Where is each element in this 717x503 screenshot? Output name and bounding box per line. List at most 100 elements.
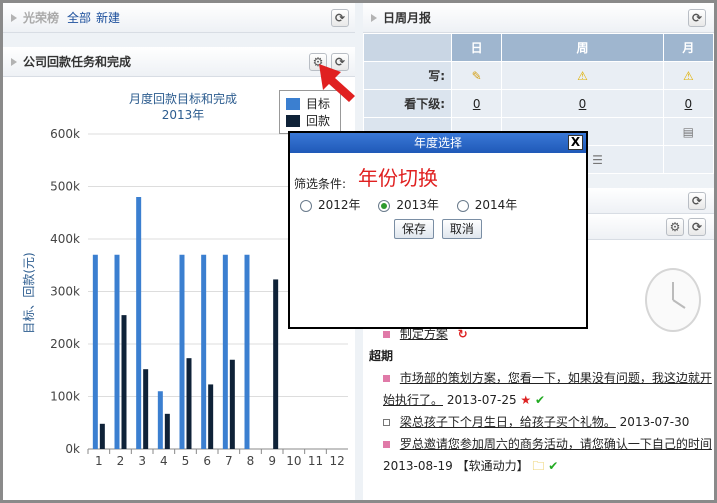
target-bar	[222, 254, 228, 449]
list-icon[interactable]: ☰	[592, 153, 603, 167]
target-bar	[92, 254, 98, 449]
col-header-month: 月	[662, 33, 715, 62]
collapse-icon[interactable]	[11, 13, 17, 22]
year-option-2013[interactable]: 2013年	[378, 198, 439, 212]
payment-bar	[143, 369, 149, 449]
recurring-icon: ↻	[457, 327, 468, 341]
row-label-subordinates: 看下级:	[363, 89, 452, 118]
refresh-icon[interactable]: ⟳	[688, 9, 706, 27]
payment-bar	[208, 384, 214, 449]
legend-label-payment: 回款	[306, 114, 331, 128]
warning-icon[interactable]: ⚠	[577, 69, 588, 83]
check-icon[interactable]: ✔	[548, 459, 558, 473]
target-bar	[136, 197, 142, 449]
todo-list: 制定方案 ↻ 超期 市场部的策划方案，您看一下，如果没有问题，我这边就开始执行了…	[363, 323, 714, 477]
x-tick-label: 1	[95, 454, 103, 468]
gear-icon[interactable]: ⚙	[666, 218, 684, 236]
year-option-2012[interactable]: 2012年	[300, 198, 361, 212]
plan-link[interactable]: 制定方案	[400, 327, 448, 341]
target-bar	[114, 254, 120, 449]
payment-bar	[99, 423, 105, 449]
legend-swatch-payment	[286, 114, 300, 127]
bullet-icon	[383, 331, 390, 338]
x-tick-label: 4	[160, 454, 168, 468]
target-bar	[244, 254, 250, 449]
list-item[interactable]: 市场部的策划方案，您看一下，如果没有问题，我这边就开始执行了。 2013-07-…	[363, 367, 714, 411]
year-switch-annotation: 年份切换	[358, 166, 438, 190]
col-header-week: 周	[501, 33, 664, 62]
y-tick-label: 200k	[50, 337, 80, 351]
dialog-body: 筛选条件: 2012年 2013年 2014年 保存 取消	[290, 153, 586, 239]
refresh-icon[interactable]: ⟳	[688, 218, 706, 236]
chart-title: 月度回款目标和完成	[129, 91, 237, 106]
year-option-label: 2012年	[318, 198, 361, 212]
radio-icon[interactable]	[456, 199, 469, 212]
item-date: 2013-07-30	[619, 415, 690, 429]
dialog-title-text: 年度选择	[413, 136, 462, 150]
payment-bar	[229, 359, 235, 449]
y-tick-label: 300k	[50, 285, 80, 299]
honor-panel-header: 光荣榜 全部 新建 ⟳	[3, 3, 355, 33]
radio-icon[interactable]	[378, 199, 391, 212]
radio-icon[interactable]	[300, 199, 312, 212]
list-item[interactable]: 梁总孩子下个月生日，给孩子买个礼物。 2013-07-30	[363, 411, 714, 433]
item-date: 2013-07-25	[446, 393, 517, 407]
save-button[interactable]: 保存	[394, 219, 435, 239]
item-tag: 【软通动力】	[456, 459, 529, 473]
sub-day-count[interactable]: 0	[473, 97, 481, 111]
sub-week-count[interactable]: 0	[579, 97, 587, 111]
x-tick-label: 3	[138, 454, 146, 468]
report-panel-header: 日周月报 ⟳	[363, 3, 714, 33]
report-panel-title: 日周月报	[383, 11, 432, 25]
refresh-icon[interactable]: ⟳	[688, 192, 706, 210]
overdue-heading: 超期	[369, 349, 394, 363]
x-tick-label: 7	[225, 454, 233, 468]
write-day-cell[interactable]: ✎	[450, 61, 503, 90]
folder-icon[interactable]: 🗀	[532, 459, 544, 473]
x-tick-label: 12	[330, 454, 345, 468]
warning-icon[interactable]: ⚠	[683, 69, 694, 83]
payment-bar	[186, 358, 192, 449]
close-icon[interactable]: X	[568, 135, 583, 150]
honor-panel-title: 光荣榜	[23, 11, 60, 25]
new-link[interactable]: 新建	[96, 9, 120, 26]
refresh-icon[interactable]: ⟳	[331, 9, 349, 27]
x-tick-label: 2	[117, 454, 125, 468]
legend-swatch-target	[286, 97, 300, 110]
write-week-cell[interactable]: ⚠	[501, 61, 664, 90]
check-icon[interactable]: ✔	[535, 393, 545, 407]
x-tick-label: 9	[268, 454, 276, 468]
y-tick-label: 0k	[65, 442, 80, 456]
all-link[interactable]: 全部	[67, 9, 91, 26]
filter-label: 筛选条件:	[294, 177, 347, 191]
year-option-2014[interactable]: 2014年	[456, 198, 517, 212]
pencil-icon[interactable]: ✎	[472, 69, 482, 83]
target-bar	[201, 254, 207, 449]
item-text[interactable]: 梁总孩子下个月生日，给孩子买个礼物。	[400, 415, 616, 429]
y-axis-label: 目标、回款(元)	[22, 252, 36, 333]
legend-item: 回款	[286, 112, 334, 129]
cancel-button[interactable]: 取消	[441, 219, 482, 239]
item-date: 2013-08-19	[383, 459, 453, 473]
x-tick-label: 5	[182, 454, 190, 468]
bullet-icon	[383, 441, 390, 448]
row-label-write: 写:	[363, 61, 452, 90]
col-header-day: 日	[450, 33, 503, 62]
y-tick-label: 500k	[50, 180, 80, 194]
list-item[interactable]: 罗总邀请您参加周六的商务活动，请您确认一下自己的时间 2013-08-19 【软…	[363, 433, 714, 477]
chart-subtitle: 2013年	[162, 108, 205, 122]
y-tick-label: 600k	[50, 127, 80, 141]
collapse-icon[interactable]	[371, 13, 377, 22]
item-text[interactable]: 罗总邀请您参加周六的商务活动，请您确认一下自己的时间	[400, 437, 712, 451]
payment-bar	[164, 413, 170, 449]
target-bar	[179, 254, 185, 449]
payment-bar	[121, 315, 127, 449]
write-month-cell[interactable]: ⚠	[662, 61, 715, 90]
y-tick-label: 400k	[50, 232, 80, 246]
list-icon[interactable]: ▤	[683, 125, 694, 139]
sub-month-count[interactable]: 0	[685, 97, 693, 111]
item-text[interactable]: 市场部的策划方案，您看一下，如果没有问题，我这边就开始执行了。	[383, 371, 712, 407]
x-tick-label: 6	[203, 454, 211, 468]
year-select-dialog: 年度选择 X 筛选条件: 2012年 2013年 2014年 保存 取消	[288, 131, 588, 329]
year-options: 2012年 2013年 2014年	[294, 196, 586, 213]
